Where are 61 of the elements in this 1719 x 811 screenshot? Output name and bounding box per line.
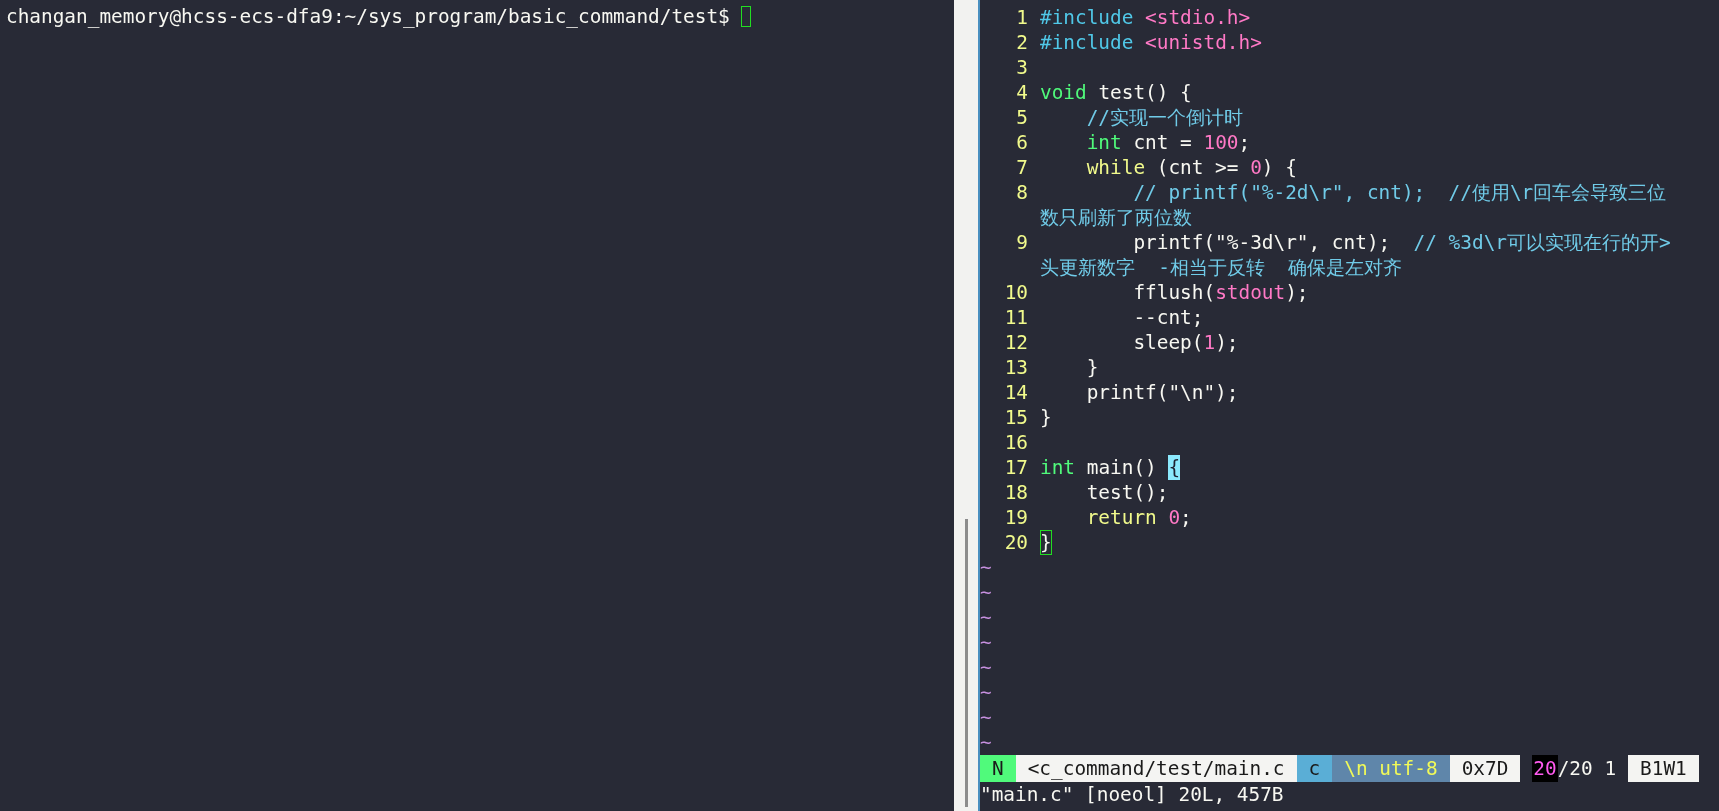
line-number: 11 [1003,305,1029,330]
line-number: 18 [1003,480,1029,505]
scrollbar[interactable] [964,519,968,807]
file-name: <c_command/test/main.c [1015,755,1297,782]
code-line: #include <stdio.h> [1040,5,1251,30]
empty-line-marker: ~ [980,655,992,680]
empty-line-marker: ~ [980,705,992,730]
code-line: test(); [1085,480,1169,505]
line-number: 16 [1003,430,1029,455]
line-number: 20 [1003,530,1029,555]
shell-prompt: changan_memory@hcss-ecs-dfa9:~/sys_program/basic_command/test$ [6,4,731,29]
line-number: 3 [1015,55,1029,80]
code-line: int main() [1040,455,1158,480]
empty-line-marker: ~ [980,630,992,655]
code-line: } [1040,405,1052,430]
buffer-info: B1W1 [1628,755,1699,782]
empty-line-marker: ~ [980,730,992,755]
code-line: // printf("%-2d\r", cnt); //使用\r回车会导致三位 [1132,180,1667,205]
code-line: sleep(1); [1132,330,1239,355]
message-line: "main.c" [noeol] 20L, 457B [980,782,1285,808]
code-line: printf("\n"); [1085,380,1239,405]
file-type: c [1296,755,1333,782]
line-number: 9 [1015,230,1029,255]
text-cursor: } [1040,530,1052,555]
line-number: 12 [1003,330,1029,355]
line-number: 1 [1015,5,1029,30]
code-line: 数只刷新了两位数 [1040,205,1192,230]
code-line: int cnt = 100; [1085,130,1251,155]
terminal-cursor [741,6,752,27]
line-number: 15 [1003,405,1029,430]
code-line: return 0; [1085,505,1192,530]
empty-line-marker: ~ [980,555,992,580]
code-line: #include <unistd.h> [1040,30,1262,55]
code-line: //实现一个倒计时 [1085,105,1244,130]
code-line: --cnt; [1132,305,1204,330]
line-number: 17 [1003,455,1029,480]
code-line: fflush(stdout); [1132,280,1309,305]
char-code: 0x7D [1449,755,1521,782]
line-number: 7 [1015,155,1029,180]
empty-line-marker: ~ [980,580,992,605]
empty-line-marker: ~ [980,605,992,630]
empty-line-marker: ~ [980,680,992,705]
line-number: 8 [1015,180,1029,205]
code-line: void test() { [1040,80,1192,105]
line-number: 2 [1015,30,1029,55]
code-line: } [1085,355,1099,380]
cursor-position: /20 1 [1557,756,1618,782]
current-line-number: 20 [1532,755,1558,782]
file-encoding: \n utf-8 [1332,755,1450,782]
line-number: 6 [1015,130,1029,155]
code-line: while (cnt >= 0) { [1085,155,1297,180]
mode-indicator: N [980,755,1016,782]
line-number: 4 [1015,80,1029,105]
line-number: 14 [1003,380,1029,405]
code-line: 头更新数字 -相当于反转 确保是左对齐 [1040,255,1403,280]
code-line: printf("%-3d\r", cnt); // %3d\r可以实现在行的开> [1132,230,1671,255]
line-number: 10 [1003,280,1029,305]
line-number: 5 [1015,105,1029,130]
line-number: 19 [1003,505,1029,530]
matching-bracket: { [1168,455,1181,480]
line-number: 13 [1003,355,1029,380]
